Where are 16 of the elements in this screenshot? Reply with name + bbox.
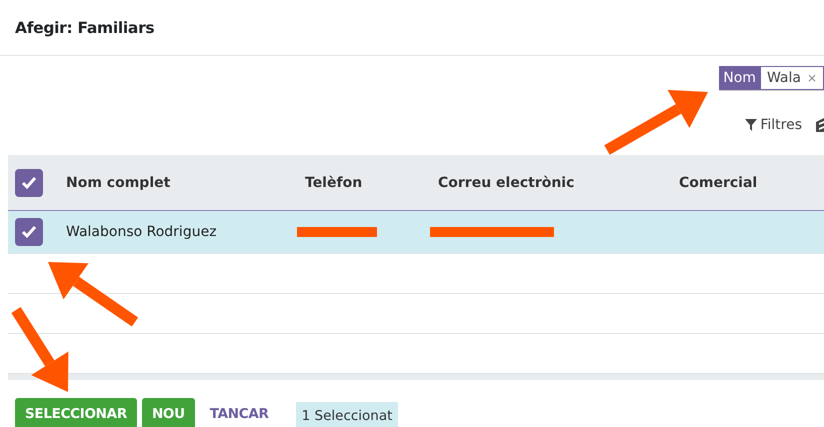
filters-button[interactable]: Filtres (745, 117, 802, 133)
column-header[interactable]: Correu electrònic (438, 174, 574, 190)
selection-badge: 1 Seleccionat (296, 402, 398, 427)
layers-icon[interactable] (816, 118, 824, 132)
filter-icon (745, 119, 758, 131)
table-row[interactable]: Walabonso Rodriguez (8, 211, 824, 254)
column-header[interactable]: Nom complet (66, 174, 170, 190)
column-header[interactable]: Comercial (679, 174, 758, 190)
select-all-checkbox[interactable] (15, 168, 43, 196)
table-cell: Walabonso Rodriguez (66, 224, 217, 240)
dialog-title: Afegir: Familiars (15, 18, 154, 36)
checkmark-icon (21, 225, 37, 239)
column-header[interactable]: Telèfon (305, 174, 362, 190)
row-checkbox[interactable] (15, 218, 43, 246)
checkmark-icon (21, 176, 37, 190)
close-link[interactable]: TANCAR (200, 398, 279, 427)
